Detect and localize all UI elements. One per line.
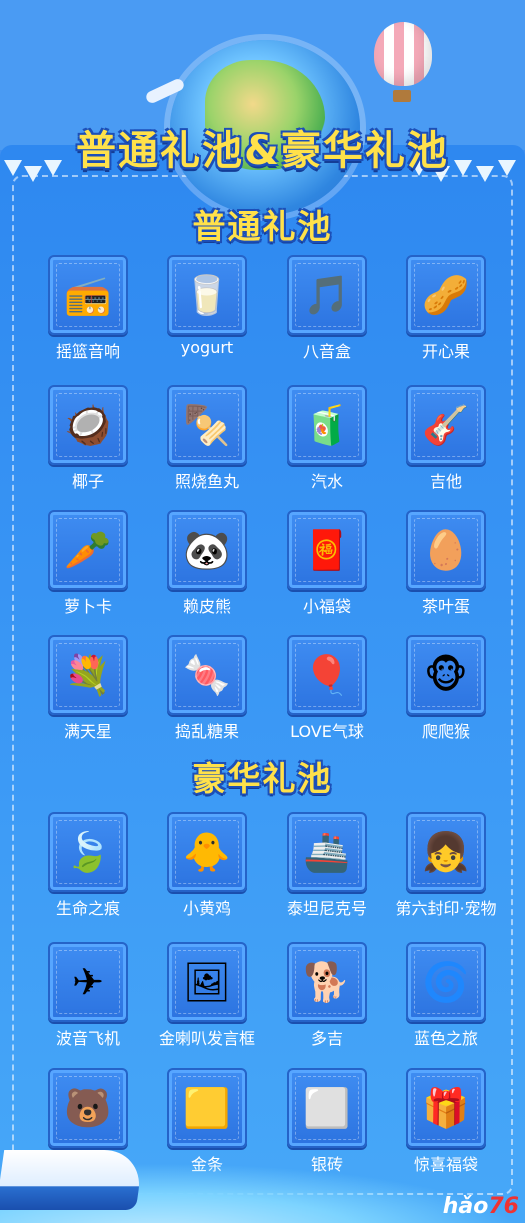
- section-title-luxury: 豪华礼池: [192, 759, 333, 798]
- gift-item[interactable]: 🐥 小黄鸡: [152, 812, 262, 932]
- silver-brick-icon: ⬜: [303, 1086, 351, 1130]
- coconut-icon: 🥥: [64, 403, 112, 447]
- airplane-icon: ✈: [72, 960, 104, 1004]
- gift-item[interactable]: 📻 摇篮音响: [33, 255, 143, 375]
- hot-air-balloon-icon: [374, 22, 432, 86]
- gift-item[interactable]: 🥜 开心果: [391, 255, 501, 375]
- gift-item[interactable]: 🍢 照烧鱼丸: [152, 385, 262, 505]
- balloon-basket-icon: [393, 90, 411, 102]
- gift-label: 金喇叭发言框: [158, 1029, 255, 1048]
- gift-item[interactable]: 💐 满天星: [33, 635, 143, 755]
- site-watermark: hǎo76: [442, 1194, 519, 1219]
- gift-label: 照烧鱼丸: [174, 472, 239, 491]
- gift-item[interactable]: 🎵 八音盒: [272, 255, 382, 375]
- gift-item[interactable]: 🌀 蓝色之旅: [391, 942, 501, 1062]
- green-wing-icon: 🍃: [64, 830, 112, 874]
- gift-label: 捣乱糖果: [174, 722, 239, 741]
- gift-label: 爬爬猴: [421, 722, 470, 741]
- gift-label: 开心果: [421, 342, 470, 361]
- page-title: 普通礼池&豪华礼池: [76, 128, 449, 174]
- gift-item[interactable]: 🧧 小福袋: [272, 510, 382, 630]
- gift-item[interactable]: 🎈 LOVE气球: [272, 635, 382, 755]
- monkey-icon: 🐵: [424, 653, 468, 697]
- cruise-ship-illustration: [0, 1150, 145, 1210]
- gift-item[interactable]: 🥕 萝卜卡: [33, 510, 143, 630]
- heart-balloon-icon: 🎈: [303, 653, 351, 697]
- fishball-skewer-icon: 🍢: [183, 403, 231, 447]
- panda-icon: 🐼: [183, 528, 231, 572]
- pistachio-icon: 🥜: [422, 273, 470, 317]
- gift-label: yogurt: [180, 338, 234, 357]
- soda-bottle-icon: 🧃: [303, 403, 351, 447]
- carrot-icon: 🥕: [64, 528, 112, 572]
- speaker-icon: 📻: [64, 273, 112, 317]
- gift-item[interactable]: 🖼 金喇叭发言框: [152, 942, 262, 1062]
- gift-item[interactable]: 🐼 赖皮熊: [152, 510, 262, 630]
- candy-icon: 🍬: [183, 653, 231, 697]
- gift-label: 小黄鸡: [182, 899, 231, 918]
- egg-box-icon: 🥚: [422, 528, 470, 572]
- gift-item[interactable]: 🐵 爬爬猴: [391, 635, 501, 755]
- flower-bouquet-icon: 💐: [64, 653, 112, 697]
- guitar-icon: 🎸: [422, 403, 470, 447]
- gift-label: 第六封印·宠物: [395, 899, 497, 918]
- gift-item[interactable]: 🍬 捣乱糖果: [152, 635, 262, 755]
- lucky-bag-icon: 🧧: [303, 528, 351, 572]
- frame-icon: 🖼: [182, 960, 232, 1004]
- doge-icon: 🐕: [303, 960, 351, 1004]
- gift-item[interactable]: 🥚 茶叶蛋: [391, 510, 501, 630]
- gift-item[interactable]: 🥛 yogurt: [152, 255, 262, 375]
- gift-label: 赖皮熊: [182, 597, 231, 616]
- gift-label: 茶叶蛋: [421, 597, 470, 616]
- blue-swirl-icon: 🌀: [422, 960, 470, 1004]
- section-title-normal: 普通礼池: [192, 207, 333, 246]
- gramophone-icon: 🎵: [303, 273, 351, 317]
- yogurt-carton-icon: 🥛: [183, 273, 231, 317]
- gift-item[interactable]: ✈ 波音飞机: [33, 942, 143, 1062]
- pet-card-icon: 🐻: [64, 1086, 112, 1130]
- gift-item[interactable]: 🎸 吉他: [391, 385, 501, 505]
- yellow-chicks-icon: 🐥: [183, 830, 231, 874]
- gift-label: 蓝色之旅: [413, 1029, 478, 1048]
- gift-item[interactable]: 🚢 泰坦尼克号: [272, 812, 382, 932]
- gift-item[interactable]: 🧃 汽水: [272, 385, 382, 505]
- girl-pet-icon: 👧: [422, 830, 470, 874]
- surprise-bag-icon: 🎁: [422, 1086, 470, 1130]
- gift-item[interactable]: 👧 第六封印·宠物: [391, 812, 501, 932]
- gold-bar-icon: 🟨: [183, 1086, 231, 1130]
- gift-label: 吉他: [429, 472, 462, 491]
- gift-item[interactable]: 🥥 椰子: [33, 385, 143, 505]
- ship-icon: 🚢: [303, 830, 351, 874]
- gift-item[interactable]: 🐕 多吉: [272, 942, 382, 1062]
- gift-item[interactable]: 🍃 生命之痕: [33, 812, 143, 932]
